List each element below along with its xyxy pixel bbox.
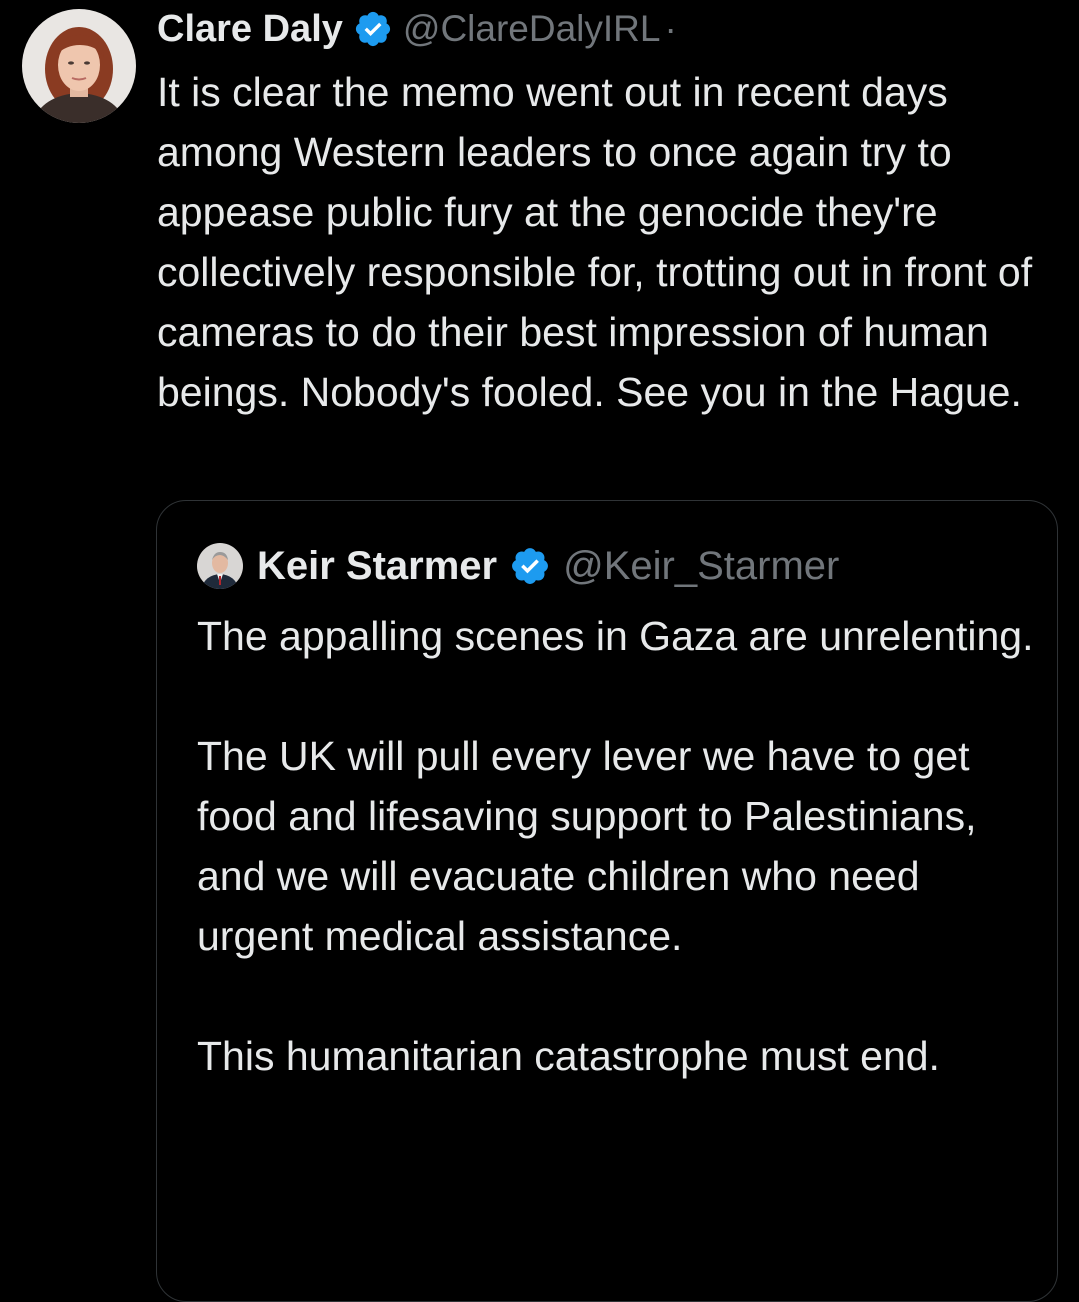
quoted-tweet-header: Keir Starmer @Keir_Starmer <box>197 541 839 591</box>
author-handle[interactable]: @ClareDalyIRL <box>403 8 661 50</box>
tweet-header: Clare Daly @ClareDalyIRL · <box>157 6 677 52</box>
avatar-photo <box>22 9 136 123</box>
verified-badge-icon <box>509 545 551 587</box>
quoted-paragraph: The UK will pull every lever we have to … <box>197 733 977 959</box>
author-avatar[interactable] <box>22 9 136 123</box>
quoted-tweet-text: The appalling scenes in Gaza are unrelen… <box>197 606 1037 1146</box>
author-display-name[interactable]: Clare Daly <box>157 8 343 51</box>
quoted-avatar-photo <box>197 543 243 589</box>
quoted-author-avatar[interactable] <box>197 543 243 589</box>
quoted-author-handle[interactable]: @Keir_Starmer <box>563 544 839 589</box>
quoted-paragraph: The appalling scenes in Gaza are unrelen… <box>197 613 1034 659</box>
quoted-paragraph: This humanitarian catastrophe must end. <box>197 1033 940 1079</box>
separator-dot: · <box>664 8 677 49</box>
quoted-author-display-name[interactable]: Keir Starmer <box>257 544 497 589</box>
quoted-tweet-card[interactable]: Keir Starmer @Keir_Starmer The appalling… <box>156 500 1058 1302</box>
tweet: Clare Daly @ClareDalyIRL · It is clear t… <box>0 0 1079 1302</box>
verified-badge-icon <box>353 9 393 49</box>
tweet-text: It is clear the memo went out in recent … <box>157 69 1033 415</box>
